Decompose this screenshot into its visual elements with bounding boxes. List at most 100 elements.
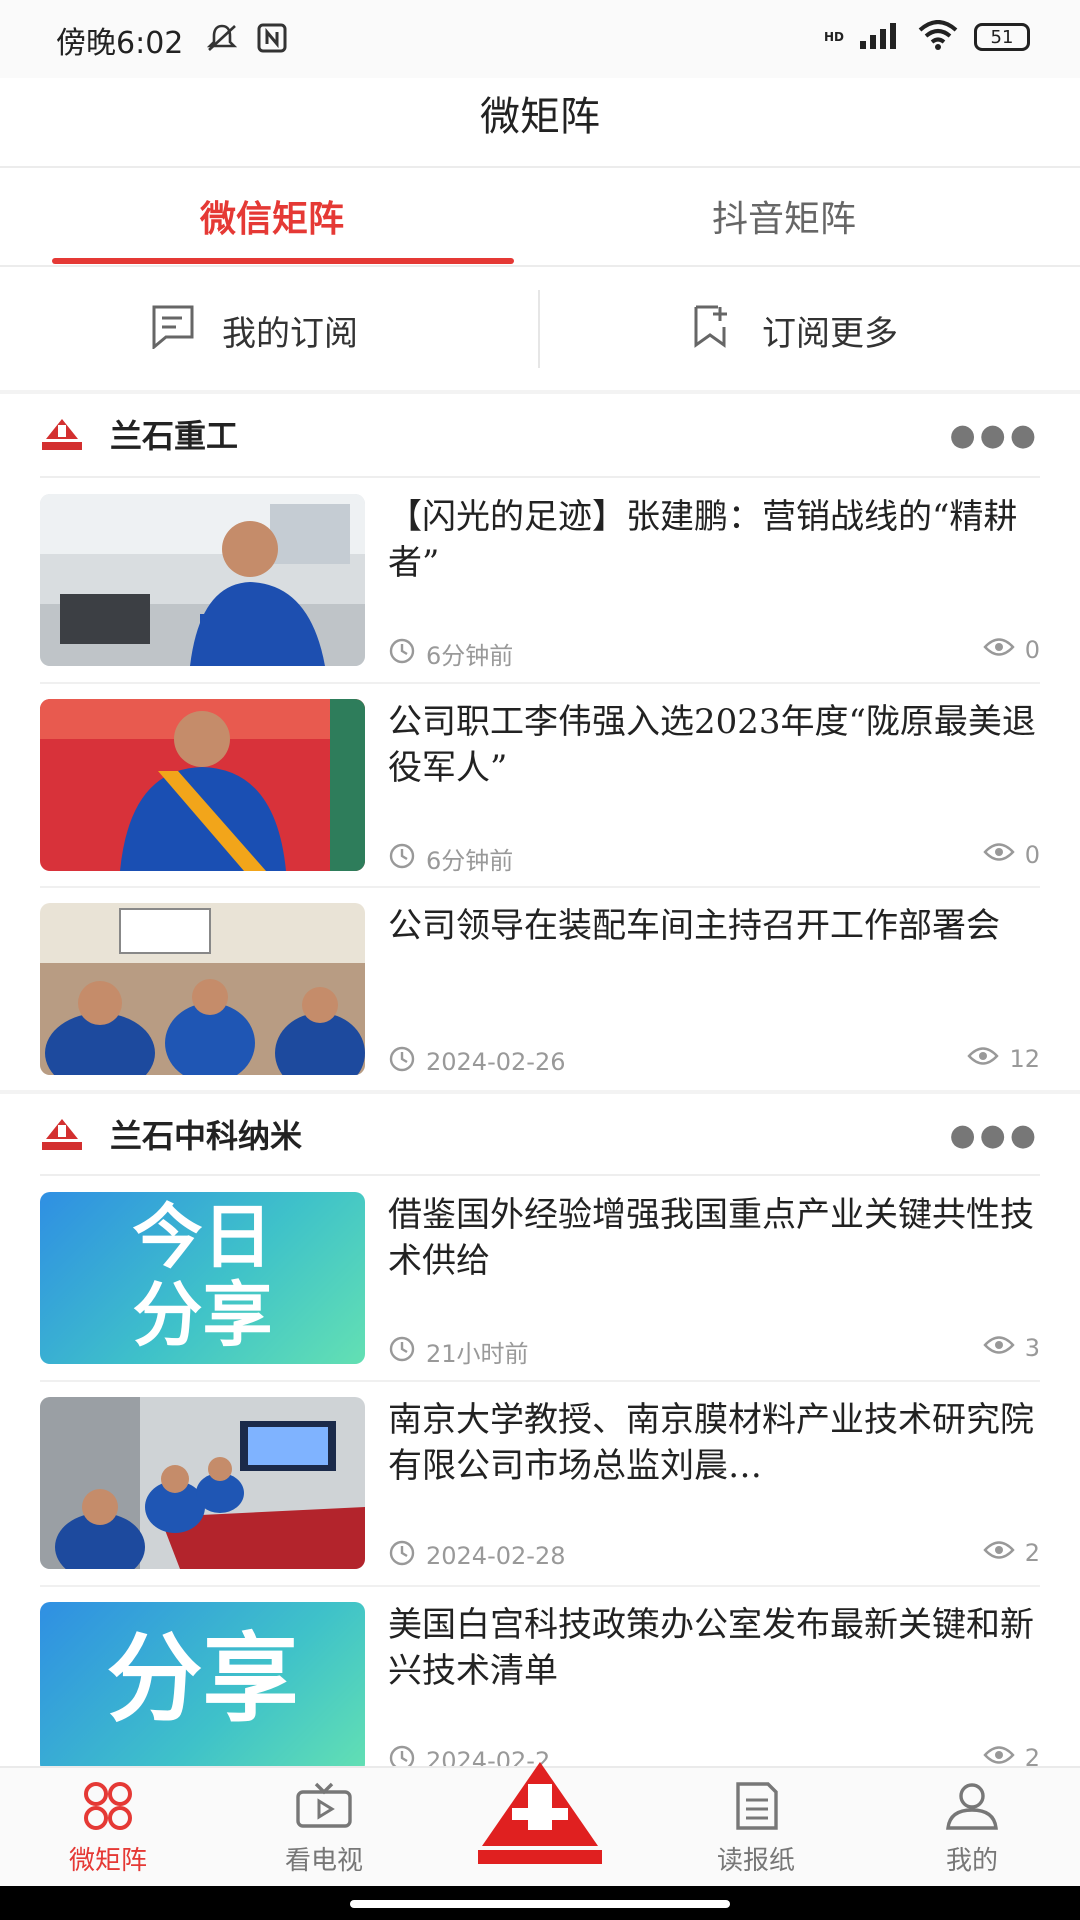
status-icons: HD 51 [824, 20, 1030, 54]
user-icon [942, 1783, 1002, 1834]
article-title[interactable]: 【闪光的足迹】张建鹏：营销战线的“精耕者” [388, 494, 1038, 586]
article-time-text: 21小时前 [426, 1340, 529, 1368]
article-views-count: 3 [1024, 1334, 1040, 1362]
divider [0, 265, 1080, 267]
clock-icon [388, 1335, 416, 1369]
section-gap [0, 1090, 1080, 1094]
article-thumbnail [40, 1397, 365, 1569]
nav-label: 读报纸 [716, 1846, 795, 1876]
home-indicator[interactable] [350, 1900, 730, 1908]
more-options-icon[interactable]: ●●● [949, 1118, 1040, 1153]
lanshi-logo-icon [40, 417, 84, 451]
nav-label: 我的 [945, 1846, 998, 1876]
thumbnail-text: 今日 [132, 1196, 273, 1278]
article-thumbnail: 分享 [40, 1602, 365, 1774]
article-thumbnail [40, 903, 365, 1075]
subscription-icon [150, 303, 196, 358]
article-time: 6分钟前 [388, 841, 513, 876]
article-thumbnail [40, 699, 365, 871]
grid-icon [78, 1782, 138, 1834]
article-time-text: 2024-02-26 [426, 1048, 566, 1076]
clock-icon [388, 1539, 416, 1573]
eye-icon [983, 1539, 1015, 1567]
divider [40, 886, 1040, 888]
section-gap [0, 390, 1080, 394]
lanshi-logo-icon [472, 1762, 608, 1872]
clock-icon [388, 842, 416, 876]
nav-item-profile[interactable]: 我的 [902, 1782, 1042, 1877]
more-options-icon[interactable]: ●●● [949, 418, 1040, 453]
tv-icon [294, 1782, 354, 1834]
article-views: 3 [983, 1334, 1040, 1362]
divider [0, 166, 1080, 168]
page-title: 微矩阵 [480, 94, 600, 140]
nfc-icon [256, 22, 288, 58]
article-time-text: 2024-02-28 [426, 1542, 566, 1570]
bookmark-add-icon [690, 303, 736, 358]
divider [40, 1380, 1040, 1382]
article-views: 2 [983, 1539, 1040, 1567]
thumbnail-text: 分享 [132, 1274, 273, 1356]
article-item[interactable]: 【闪光的足迹】张建鹏：营销战线的“精耕者” 6分钟前 0 [40, 494, 1040, 700]
tab-wechat-matrix[interactable]: 微信矩阵 [200, 190, 344, 242]
article-item[interactable]: 公司职工李伟强入选2023年度“陇原最美退役军人” 6分钟前 0 [40, 699, 1040, 905]
article-item[interactable]: 南京大学教授、南京膜材料产业技术研究院有限公司市场总监刘晨… 2024-02-2… [40, 1397, 1040, 1603]
article-views: 12 [967, 1045, 1040, 1073]
active-tab-indicator [52, 258, 514, 264]
signal-icon [860, 21, 902, 53]
bottom-nav: 微矩阵 看电视 读报纸 我的 [0, 1762, 1080, 1888]
article-views-count: 12 [1009, 1045, 1040, 1073]
thumbnail-text: 分享 [106, 1623, 299, 1735]
article-title[interactable]: 南京大学教授、南京膜材料产业技术研究院有限公司市场总监刘晨… [388, 1397, 1038, 1489]
divider [40, 476, 1040, 478]
article-thumbnail: 今日 分享 [40, 1192, 365, 1364]
subscribe-more-button[interactable]: 订阅更多 [690, 280, 898, 380]
status-time: 傍晚6:02 [56, 26, 184, 61]
article-title[interactable]: 公司职工李伟强入选2023年度“陇原最美退役军人” [388, 699, 1038, 791]
eye-icon [967, 1045, 1000, 1073]
article-time: 21小时前 [388, 1334, 529, 1369]
article-views: 0 [983, 841, 1040, 869]
article-time: 2024-02-26 [388, 1045, 565, 1079]
clock-icon [388, 637, 416, 671]
battery-level: 51 [990, 26, 1014, 48]
article-title[interactable]: 公司领导在装配车间主持召开工作部署会 [388, 903, 1038, 949]
my-subscriptions-label: 我的订阅 [222, 313, 358, 354]
eye-icon [983, 636, 1015, 664]
eye-icon [983, 841, 1015, 869]
section-name: 兰石中科纳米 [110, 1117, 303, 1155]
article-time-text: 6分钟前 [426, 642, 514, 670]
article-time: 6分钟前 [388, 636, 513, 671]
article-views-count: 0 [1024, 636, 1040, 664]
divider [40, 1174, 1040, 1176]
tab-douyin-matrix[interactable]: 抖音矩阵 [712, 190, 856, 242]
divider [40, 682, 1040, 684]
section-name: 兰石重工 [110, 417, 239, 455]
article-item[interactable]: 公司领导在装配车间主持召开工作部署会 2024-02-26 12 [40, 903, 1040, 1109]
battery-icon: 51 [974, 23, 1030, 51]
nav-label: 微矩阵 [68, 1846, 147, 1876]
article-views: 0 [983, 636, 1040, 664]
hd-label: HD [823, 30, 844, 44]
lanshi-logo-icon [40, 1117, 84, 1151]
section-header[interactable]: 兰石中科纳米 ●●● [40, 1104, 1040, 1164]
newspaper-icon [726, 1782, 786, 1834]
article-item[interactable]: 今日 分享 借鉴国外经验增强我国重点产业关键共性技术供给 21小时前 3 [40, 1192, 1040, 1398]
divider [40, 1585, 1040, 1587]
article-title[interactable]: 美国白宫科技政策办公室发布最新关键和新兴技术清单 [388, 1602, 1038, 1694]
nav-label: 看电视 [284, 1846, 363, 1876]
article-title[interactable]: 借鉴国外经验增强我国重点产业关键共性技术供给 [388, 1192, 1038, 1284]
divider [538, 290, 540, 368]
clock-icon [388, 1045, 416, 1079]
nav-item-read-newspaper[interactable]: 读报纸 [686, 1782, 826, 1877]
nav-item-home[interactable] [472, 1758, 608, 1878]
my-subscriptions-button[interactable]: 我的订阅 [150, 280, 358, 380]
nav-item-micro-matrix[interactable]: 微矩阵 [38, 1782, 178, 1877]
eye-icon [983, 1334, 1015, 1362]
article-views-count: 2 [1024, 1539, 1040, 1567]
wifi-icon [918, 20, 958, 54]
mute-icon [205, 22, 239, 58]
section-header[interactable]: 兰石重工 ●●● [40, 404, 1040, 464]
article-views-count: 0 [1024, 841, 1040, 869]
nav-item-watch-tv[interactable]: 看电视 [254, 1782, 394, 1877]
